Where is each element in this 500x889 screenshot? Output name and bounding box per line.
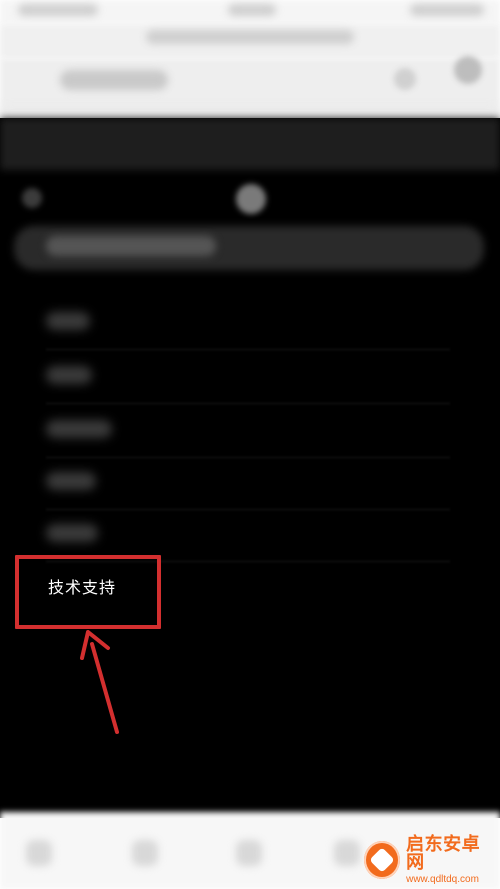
menu-item[interactable] <box>0 508 500 562</box>
menu-item[interactable] <box>0 350 500 404</box>
back-icon[interactable] <box>22 188 42 208</box>
nav-tabs-icon[interactable] <box>334 840 360 866</box>
menu-item-label-blur <box>46 366 92 384</box>
watermark: 启东安卓网 www.qdltdq.com <box>364 833 494 885</box>
menu-item-label-blur <box>46 420 112 438</box>
annotation-arrow <box>80 630 119 734</box>
status-bar-right-blur <box>410 4 484 16</box>
settings-panel-header <box>0 118 500 170</box>
menu-item-label-blur <box>46 472 96 490</box>
watermark-name: 启东安卓网 <box>406 833 481 873</box>
watermark-url: www.qdltdq.com <box>406 873 479 885</box>
status-bar-left-blur <box>18 4 98 16</box>
search-field-blur[interactable] <box>60 70 168 90</box>
address-text-blur <box>146 30 354 44</box>
nav-home-icon[interactable] <box>236 840 262 866</box>
watermark-logo-mark <box>369 847 395 873</box>
nav-back-icon[interactable] <box>26 840 52 866</box>
screen: 技术支持 启东安卓网 www.qdltdq.com <box>0 0 500 889</box>
menu-item[interactable] <box>0 404 500 458</box>
arrow-shaft <box>90 642 119 734</box>
watermark-text: 启东安卓网 www.qdltdq.com <box>406 833 494 885</box>
menu-item-label-blur <box>46 312 90 330</box>
menu-item-label-blur <box>46 524 98 542</box>
menu-item[interactable] <box>0 296 500 350</box>
toolbar-button-icon[interactable] <box>394 68 416 90</box>
profile-icon[interactable] <box>454 56 482 84</box>
status-bar-center-blur <box>228 4 276 16</box>
panel-logo-icon <box>236 184 266 214</box>
menu-item[interactable] <box>0 456 500 510</box>
nav-forward-icon[interactable] <box>132 840 158 866</box>
panel-banner-text-blur <box>46 236 216 256</box>
watermark-logo-icon <box>364 841 401 879</box>
highlight-box <box>15 555 161 629</box>
